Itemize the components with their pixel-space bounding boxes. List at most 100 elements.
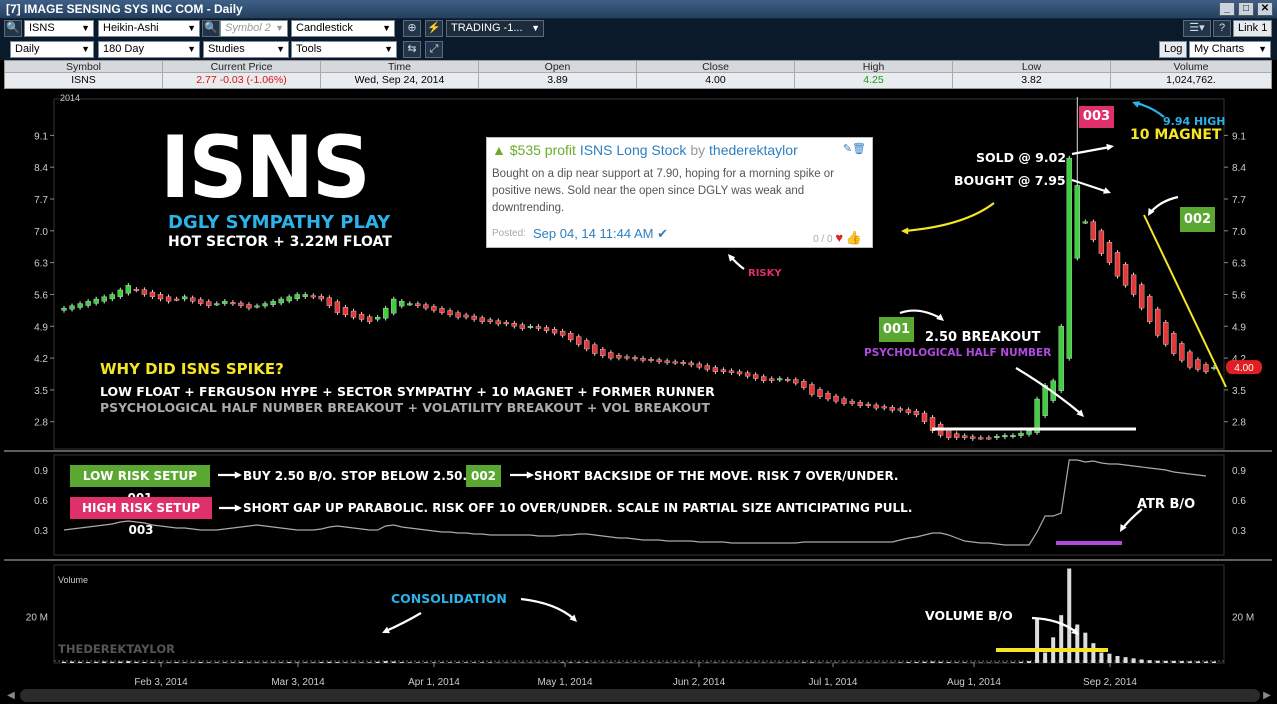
candle-body	[519, 324, 526, 329]
edit-icon[interactable]: ✎	[843, 143, 852, 155]
candle-body	[592, 344, 598, 354]
atr-tick-label-right: 0.3	[1232, 526, 1246, 537]
high-arrow	[1135, 101, 1165, 118]
volume-bar	[697, 662, 702, 664]
candle-body	[801, 381, 807, 388]
volume-bar	[230, 662, 235, 663]
volume-bar	[1002, 662, 1007, 664]
candle-body	[688, 362, 694, 366]
volume-bar	[528, 662, 533, 664]
candle-body	[777, 378, 783, 381]
price-tick-label-left: 2.8	[34, 418, 48, 429]
volume-bo-label: VOLUME B/O	[925, 608, 1013, 623]
maximize-icon[interactable]: □	[1238, 2, 1254, 16]
help-icon[interactable]: ?	[1213, 20, 1231, 37]
chart-type-select[interactable]: Candlestick ▼	[291, 20, 395, 37]
candle-body	[664, 360, 670, 363]
volume-bar	[793, 662, 798, 664]
search-symbol2-icon[interactable]: 🔍	[202, 20, 220, 37]
candle-body	[769, 378, 775, 381]
symbol-input[interactable]: ISNS ▼	[24, 20, 94, 37]
volume-bar	[552, 662, 557, 664]
dislike-icon[interactable]: ♥	[835, 230, 843, 245]
chart-style-select[interactable]: Heikin-Ashi ▼	[98, 20, 200, 37]
volume-bar	[544, 662, 549, 664]
tools-select[interactable]: Tools ▼	[291, 41, 397, 58]
link-button[interactable]: Link 1	[1233, 20, 1273, 37]
candle-body	[873, 404, 879, 409]
trash-icon[interactable]: 🗑	[852, 143, 866, 155]
volume-bar	[600, 662, 605, 664]
candle-body	[262, 303, 268, 307]
price-tick-label-right: 6.3	[1232, 259, 1246, 270]
scroll-left-icon[interactable]: ◀	[4, 689, 18, 702]
search-icon[interactable]: 🔍	[4, 20, 22, 37]
volume-bar	[898, 662, 903, 663]
volume-bar	[825, 662, 830, 664]
zoom-icon[interactable]: ⊕	[403, 20, 421, 37]
candle-body	[865, 403, 871, 406]
range-select[interactable]: 180 Day ▼	[98, 41, 200, 58]
volume-bar	[238, 662, 243, 663]
volume-bar	[641, 662, 646, 664]
trade-icon[interactable]: ⚡	[425, 20, 443, 37]
volume-bar	[817, 662, 822, 664]
trade-post-card[interactable]: ▲ $535 profit ISNS Long Stock by thedere…	[486, 137, 873, 248]
x-tick-label: Apr 1, 2014	[408, 677, 460, 688]
like-icon[interactable]: 👍	[846, 230, 862, 245]
price-tick-label-right: 7.7	[1232, 195, 1246, 206]
minimize-icon[interactable]: _	[1219, 2, 1235, 16]
price-tick-label-left: 7.7	[34, 195, 48, 206]
price-tick-label-left: 4.9	[34, 322, 48, 333]
post-votes[interactable]: 0 / 0 ♥ 👍	[813, 230, 862, 246]
interval-select[interactable]: Daily ▼	[10, 41, 94, 58]
post-edit-icons[interactable]: ✎🗑	[843, 142, 866, 155]
quote-close: Close 4.00	[637, 61, 795, 88]
price-tick-label-right: 4.9	[1232, 322, 1246, 333]
candle-body	[567, 333, 574, 341]
compare-icon[interactable]: ⇆	[403, 41, 421, 58]
volume-bar	[70, 661, 75, 663]
candle-body	[1042, 385, 1048, 416]
candle-body	[109, 294, 115, 300]
candle-body	[1090, 221, 1097, 241]
trading-select[interactable]: TRADING -1... ▼	[446, 20, 544, 37]
volume-bar	[930, 661, 935, 663]
candle-body	[600, 349, 606, 356]
symbol2-input[interactable]: Symbol 2 ▼	[220, 20, 288, 37]
close-icon[interactable]: ✕	[1257, 2, 1273, 16]
price-tick-label-left: 7.0	[34, 227, 48, 238]
menu-icon[interactable]: ☰▾	[1183, 20, 1211, 37]
quote-open: Open 3.89	[479, 61, 637, 88]
volume-tick-label-right: 20 M	[1232, 612, 1254, 623]
post-title[interactable]: ISNS Long Stock	[580, 142, 687, 158]
post-author[interactable]: thederektaylor	[709, 142, 798, 158]
studies-select[interactable]: Studies ▼	[203, 41, 289, 58]
badge002-arrow	[1149, 195, 1179, 214]
volume-bar	[279, 662, 284, 663]
expand-icon[interactable]: ⤢	[425, 41, 443, 58]
scroll-right-icon[interactable]: ▶	[1260, 689, 1274, 702]
volume-bar	[1212, 661, 1216, 663]
candle-body	[85, 301, 91, 306]
chart-scrollbar[interactable]	[20, 689, 1260, 702]
log-button[interactable]: Log	[1159, 41, 1188, 58]
volume-bar	[721, 662, 726, 664]
consolidation-arrow-right	[520, 597, 575, 620]
volume-bar	[1083, 632, 1088, 663]
volume-bar	[657, 662, 662, 664]
volume-bar	[681, 662, 686, 664]
candle-body	[1082, 221, 1088, 224]
candle-body	[1018, 432, 1024, 436]
candle-body	[334, 301, 341, 313]
candle-body	[302, 294, 308, 297]
my-charts-select[interactable]: My Charts ▼	[1189, 41, 1271, 58]
candle-body	[857, 402, 863, 406]
setup-arrowhead-1-icon	[234, 471, 242, 479]
volume-bar	[753, 662, 758, 664]
volume-bar	[801, 662, 806, 663]
volume-bar	[118, 661, 123, 663]
candle-body	[1074, 185, 1080, 259]
candle-body	[656, 359, 662, 362]
quote-current-price: Current Price 2.77 -0.03 (-1.06%)	[163, 61, 321, 88]
